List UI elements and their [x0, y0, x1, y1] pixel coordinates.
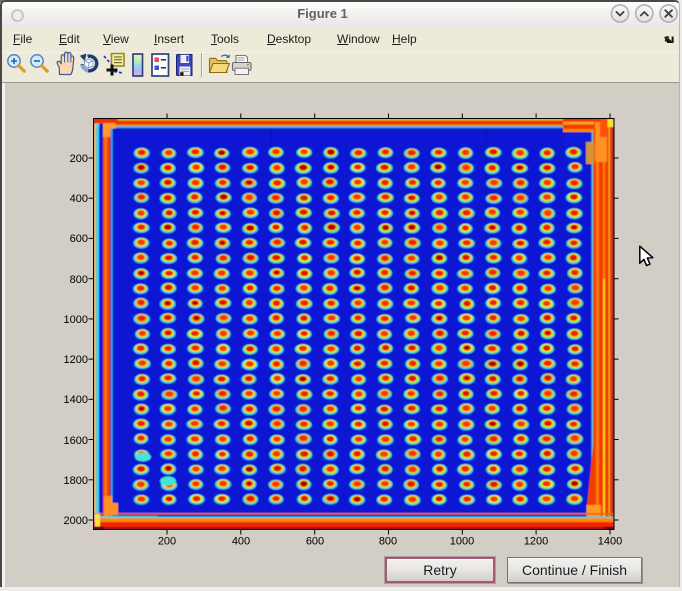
svg-text:800: 800 — [379, 536, 397, 548]
svg-text:800: 800 — [70, 274, 88, 286]
svg-text:1000: 1000 — [450, 536, 474, 548]
svg-text:400: 400 — [232, 536, 250, 548]
svg-text:1400: 1400 — [64, 394, 88, 406]
svg-text:1200: 1200 — [524, 536, 548, 548]
svg-text:2000: 2000 — [64, 515, 88, 527]
svg-text:600: 600 — [70, 233, 88, 245]
svg-text:200: 200 — [158, 536, 176, 548]
svg-text:200: 200 — [70, 153, 88, 165]
svg-text:1200: 1200 — [64, 354, 88, 366]
svg-text:1800: 1800 — [64, 475, 88, 487]
svg-text:1400: 1400 — [598, 536, 622, 548]
svg-text:1000: 1000 — [64, 314, 88, 326]
svg-text:600: 600 — [306, 536, 324, 548]
svg-text:1600: 1600 — [64, 435, 88, 447]
svg-text:400: 400 — [70, 193, 88, 205]
